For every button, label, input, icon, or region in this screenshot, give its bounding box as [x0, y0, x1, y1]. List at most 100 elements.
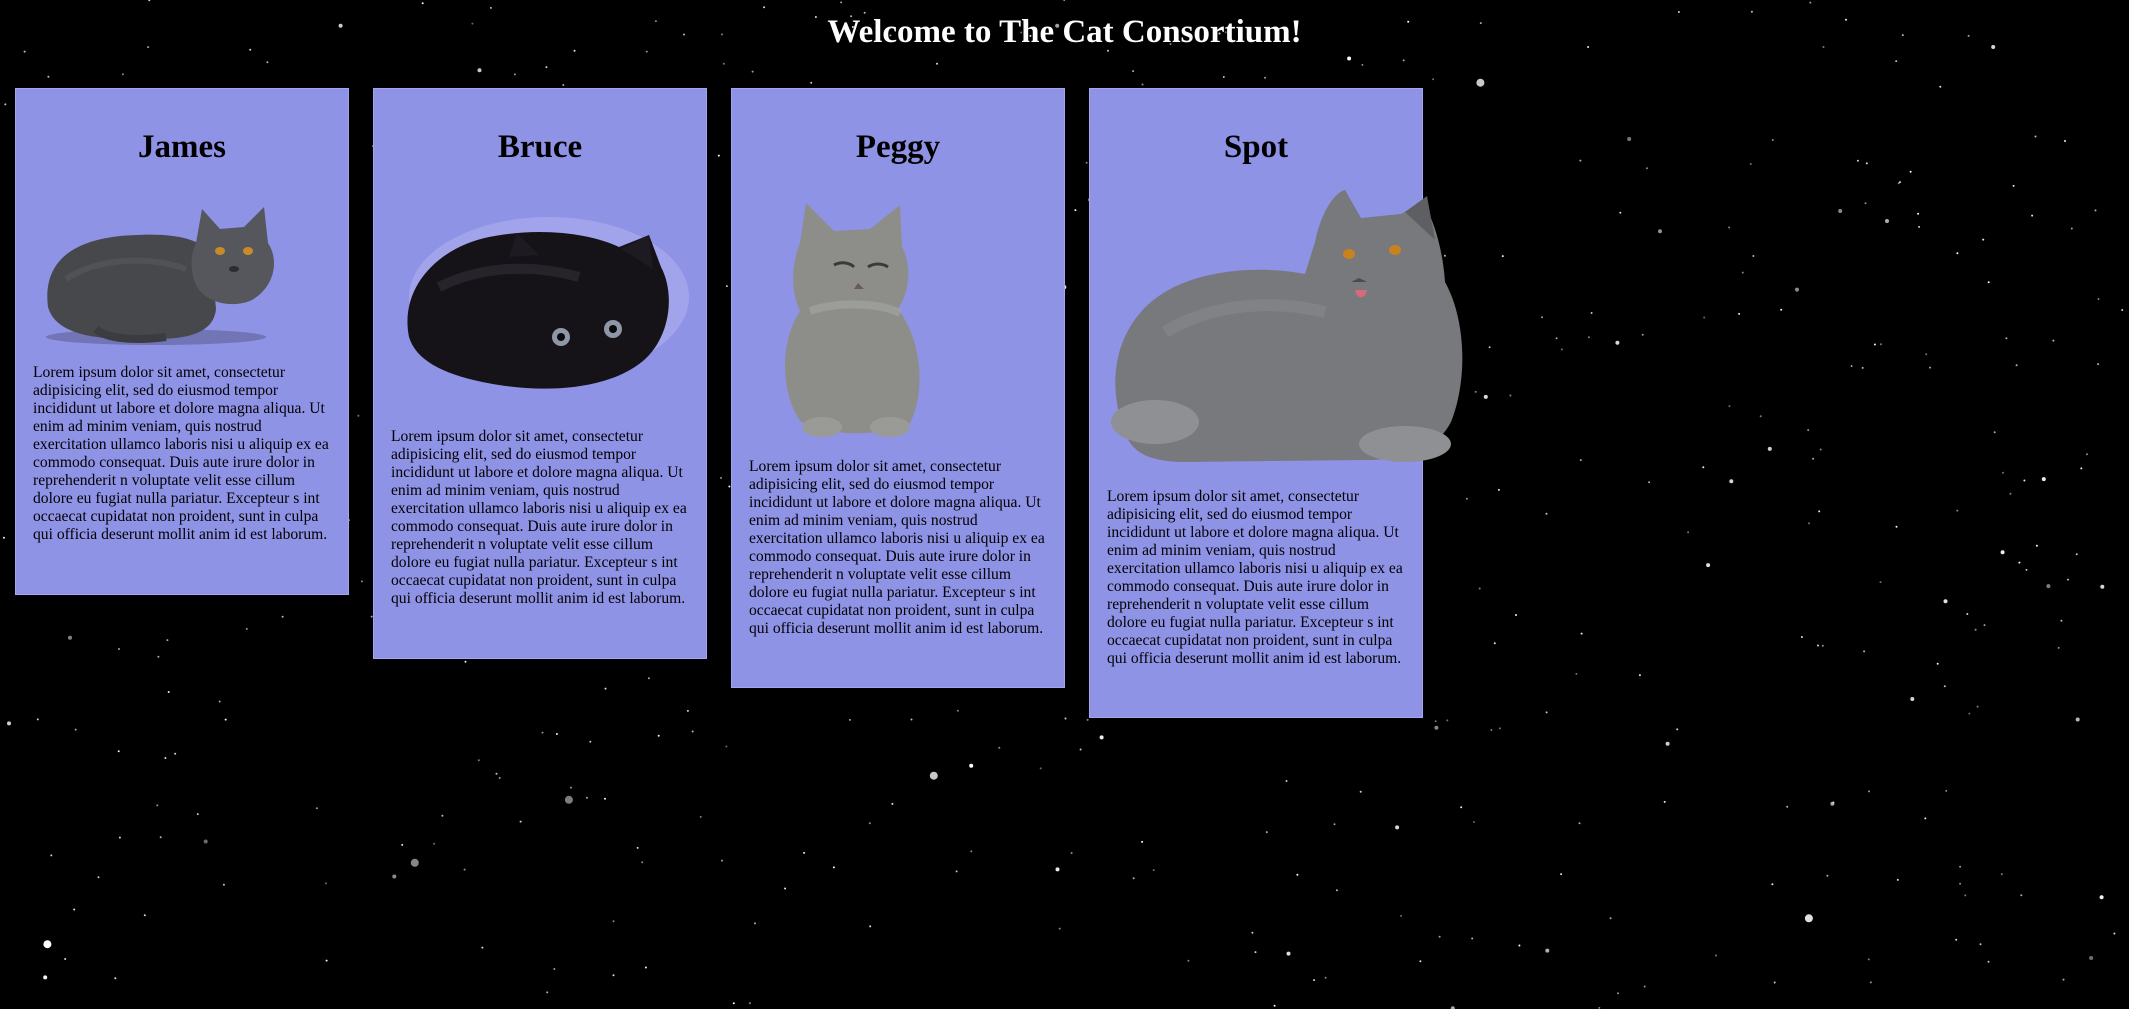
star [1638, 674, 1641, 677]
star [1476, 78, 1485, 87]
star [1861, 366, 1864, 369]
star [810, 81, 813, 84]
star [1728, 226, 1731, 229]
star [1993, 431, 1996, 434]
star [74, 728, 77, 731]
star [1643, 985, 1646, 988]
star [143, 914, 146, 917]
star [1867, 958, 1870, 961]
star [1286, 951, 1291, 956]
cat-card-peggy: Peggy Lorem ipsum dolor sit amet, consec… [731, 88, 1065, 688]
star [955, 870, 958, 873]
star [784, 887, 787, 890]
star [2089, 956, 2094, 960]
star [167, 691, 170, 693]
star [1771, 883, 1774, 886]
star [604, 687, 607, 690]
star [1956, 509, 1959, 512]
star [1474, 390, 1477, 393]
star [555, 733, 558, 735]
star [1590, 312, 1593, 314]
star [1987, 281, 1990, 284]
star [1641, 333, 1644, 336]
star [1800, 636, 1803, 638]
star [1609, 917, 1612, 920]
star [564, 795, 573, 804]
star [1885, 219, 1889, 223]
star [1773, 981, 1776, 984]
star [361, 580, 363, 583]
star [832, 866, 835, 869]
star [50, 854, 53, 857]
star [1488, 346, 1491, 349]
star [2046, 584, 2051, 589]
star [1085, 161, 1088, 164]
star [1099, 735, 1104, 740]
star [1979, 943, 1982, 946]
star [1959, 882, 1962, 885]
star [1974, 628, 1977, 631]
star [43, 940, 52, 949]
star [1850, 365, 1853, 367]
star [1545, 711, 1548, 714]
star [1086, 718, 1089, 721]
cat-name: James [138, 129, 226, 165]
star [2067, 578, 2069, 581]
star [36, 718, 39, 721]
star [751, 70, 754, 73]
star [1677, 11, 1680, 13]
star [1658, 229, 1662, 234]
star [1555, 337, 1558, 340]
star [1515, 614, 1517, 616]
star [1579, 459, 1582, 462]
star [1943, 599, 1948, 604]
cat-photo-james [46, 207, 274, 345]
star [433, 842, 436, 845]
star [47, 75, 50, 78]
star [325, 959, 328, 962]
star [2064, 140, 2066, 142]
star [121, 73, 124, 76]
star [68, 635, 72, 640]
star [612, 974, 615, 977]
star [545, 66, 548, 69]
star [1729, 479, 1734, 484]
star [513, 73, 516, 76]
star [1976, 705, 1979, 708]
star [1152, 869, 1155, 872]
star [2025, 568, 2028, 571]
cat-photo-peggy [785, 203, 920, 437]
star [1909, 170, 1912, 173]
cat-description: Lorem ipsum dolor sit amet, consectetur … [33, 364, 329, 543]
star [2099, 895, 2104, 900]
star [1868, 790, 1870, 793]
star [495, 772, 498, 775]
star [1925, 353, 1928, 356]
star [1703, 316, 1706, 319]
star [2097, 363, 2100, 366]
star [1869, 981, 1872, 984]
star [1222, 76, 1225, 78]
star [2018, 561, 2021, 564]
star [891, 802, 894, 805]
star [2002, 471, 2004, 474]
star [641, 861, 644, 864]
star [4, 103, 7, 106]
star [2094, 209, 2097, 212]
star [1497, 488, 1500, 491]
star [1254, 951, 1257, 954]
cat-name: Spot [1223, 129, 1289, 165]
star [1501, 255, 1504, 258]
star [2062, 978, 2065, 981]
star [315, 807, 318, 810]
star [2005, 337, 2008, 340]
star [1432, 78, 1435, 81]
star [1273, 1004, 1276, 1007]
star [159, 836, 162, 839]
star [1471, 937, 1474, 940]
star [2012, 184, 2015, 187]
star [1251, 931, 1254, 934]
star [1132, 70, 1135, 73]
star [2023, 479, 2026, 482]
star [1446, 719, 1449, 722]
